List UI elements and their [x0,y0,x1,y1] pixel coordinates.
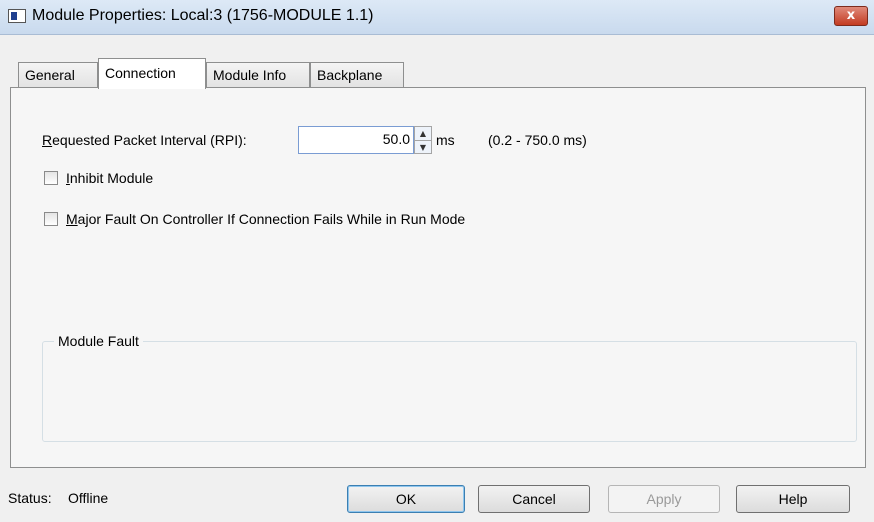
rpi-spinner[interactable]: ▲ ▼ [414,126,432,154]
tab-connection[interactable]: Connection [98,58,206,89]
help-button[interactable]: Help [736,485,850,513]
title-bar: Module Properties: Local:3 (1756-MODULE … [0,0,874,35]
spin-down-icon[interactable]: ▼ [415,141,431,154]
tab-label: General [25,67,75,83]
tab-general[interactable]: General [18,62,98,88]
cancel-button[interactable]: Cancel [478,485,590,513]
inhibit-module-label: Inhibit Module [66,170,154,186]
rpi-range: (0.2 - 750.0 ms) [488,132,587,148]
window-title: Module Properties: Local:3 (1756-MODULE … [32,7,374,24]
tab-label: Module Info [213,67,287,83]
rpi-input[interactable]: 50.0 [298,126,414,154]
rpi-label: Requested Packet Interval (RPI): [42,132,247,148]
major-fault-label: Major Fault On Controller If Connection … [66,211,466,227]
application-icon [8,9,26,23]
tab-backplane[interactable]: Backplane [310,62,404,88]
status-value: Offline [68,490,109,506]
tab-label: Connection [105,65,176,81]
ok-button[interactable]: OK [347,485,465,513]
major-fault-checkbox[interactable] [44,212,58,226]
tab-label: Backplane [317,67,383,83]
close-icon: x [846,8,856,23]
close-button[interactable]: x [834,6,868,26]
rpi-unit: ms [436,132,455,148]
module-fault-title: Module Fault [54,333,143,349]
status-label: Status: [8,490,52,506]
spin-up-icon[interactable]: ▲ [415,127,431,141]
tab-module-info[interactable]: Module Info [206,62,310,88]
apply-button[interactable]: Apply [608,485,720,513]
module-fault-group [42,341,857,442]
inhibit-module-checkbox[interactable] [44,171,58,185]
